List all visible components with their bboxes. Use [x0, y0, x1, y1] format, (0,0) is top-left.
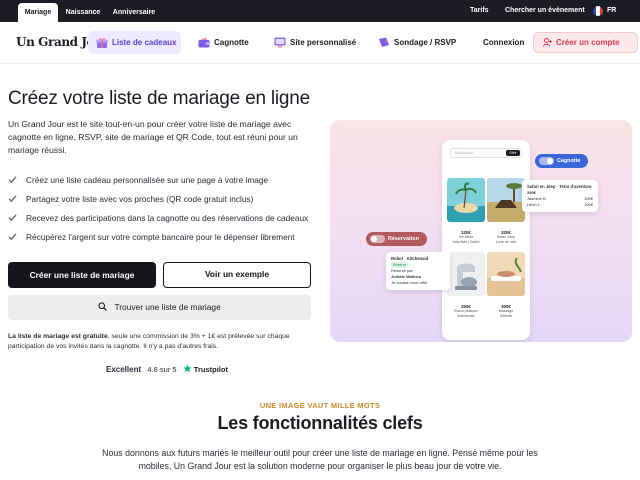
check-icon: [8, 214, 17, 222]
section-description: Nous donnons aux futurs mariés le meille…: [102, 448, 538, 471]
main-navigation: Un Grand Jour Liste de cadeaux Cagnotte …: [0, 22, 640, 64]
toggle-switch: [539, 157, 554, 165]
cagnotte-card-title: Safari en Jeep · Terre d'aventure: [527, 184, 592, 189]
create-list-button[interactable]: Créer une liste de mariage: [8, 262, 156, 288]
trustpilot-star-icon: [183, 364, 192, 373]
feature-item: Récupérez l'argent sur votre compte banc…: [8, 231, 295, 243]
gift-card: 300€ Massage Détente: [487, 252, 525, 319]
user-plus-icon: [543, 38, 552, 47]
login-button[interactable]: Connexion: [483, 31, 524, 54]
check-icon: [8, 233, 17, 241]
trustpilot-brand: Trustpilot: [193, 365, 228, 374]
section-title: Les fonctionnalités clefs: [217, 413, 423, 433]
page-title: Créez votre liste de mariage en ligne: [8, 88, 311, 109]
signup-button-label: Créer un compte: [556, 38, 620, 47]
feature-text: Partagez votre liste avec vos proches (Q…: [26, 194, 254, 204]
gift-sub: Vola Avie | Safari: [452, 240, 480, 244]
gift-icon: [96, 37, 108, 48]
feature-item: Créez une liste cadeau personnalisée sur…: [8, 174, 268, 186]
tab-mariage[interactable]: Mariage: [18, 3, 58, 22]
cagnotte-toggle: Cagnotte: [535, 154, 589, 168]
section-eyebrow: UNE IMAGE VAUT MILLE MOTS: [259, 401, 381, 410]
feature-text: Créez une liste cadeau personnalisée sur…: [26, 175, 269, 185]
website-icon: [274, 37, 286, 48]
wallet-icon: [198, 37, 210, 48]
nav-site-personnalise[interactable]: Site personnalisé: [266, 31, 360, 54]
tab-anniversaire[interactable]: Anniversaire: [110, 3, 158, 22]
kitchen-robot-photo: [447, 252, 485, 296]
gift-sub: Kitchenaid: [457, 314, 475, 318]
pricing-note: La liste de mariage est gratuite, seule …: [8, 332, 313, 352]
gift-sub: Lune de miel: [495, 240, 517, 244]
pricing-note-bold: La liste de mariage est gratuite: [8, 333, 108, 340]
gift-card: 250€ Robot pâtissier Kitchenaid: [447, 252, 485, 319]
reservation-message: Je voulais vous offrir: [391, 280, 428, 285]
island-photo: [447, 178, 485, 222]
reservation-toggle: Réservation: [366, 232, 427, 246]
cagnotte-card: Safari en Jeep · Terre d'aventure 250€ J…: [522, 180, 598, 212]
feature-text: Récupérez l'argent sur votre compte banc…: [26, 232, 295, 242]
mockup-search: Rechercher... Offrir: [450, 148, 522, 158]
nav-cagnotte-label: Cagnotte: [214, 38, 249, 47]
check-icon: [8, 195, 17, 203]
gift-card: 320€ Safari Jeep Lune de miel: [487, 178, 525, 245]
rsvp-icon: [379, 37, 389, 47]
find-list-label: Trouver une liste de mariage: [114, 302, 221, 312]
see-example-button[interactable]: Voir un exemple: [163, 262, 311, 288]
search-icon: [98, 302, 108, 312]
nav-liste-de-cadeaux[interactable]: Liste de cadeaux: [88, 31, 181, 54]
gift-card: 120€ Vie Arbre Vola Avie | Safari: [447, 178, 485, 245]
link-chercher-evenement[interactable]: Chercher un évènement: [505, 0, 585, 22]
rating-label: Excellent: [106, 365, 142, 374]
french-flag-icon[interactable]: [593, 6, 603, 16]
nav-sondage-rsvp[interactable]: Sondage / RSVP: [370, 31, 462, 54]
safari-photo: [487, 178, 525, 222]
product-illustration: Rechercher... Offrir 120€ Vie Arbre Vola…: [330, 120, 632, 342]
nav-cagnotte[interactable]: Cagnotte: [190, 31, 258, 54]
link-tarifs[interactable]: Tarifs: [470, 0, 489, 22]
tab-naissance[interactable]: Naissance: [62, 3, 104, 22]
feature-item: Partagez votre liste avec vos proches (Q…: [8, 193, 253, 205]
nav-site-personnalise-label: Site personnalisé: [290, 38, 357, 47]
toggle-switch: [370, 235, 385, 243]
reservation-card: Robot · Kitchenaid Réservé Réservé par J…: [386, 252, 450, 290]
top-bar: Mariage Naissance Anniversaire Tarifs Ch…: [0, 0, 640, 22]
massage-photo: [487, 252, 525, 296]
phone-mockup: Rechercher... Offrir 120€ Vie Arbre Vola…: [442, 140, 530, 340]
contribution-amount: 100€: [584, 202, 593, 207]
nav-sondage-rsvp-label: Sondage / RSVP: [394, 38, 457, 47]
check-icon: [8, 176, 17, 184]
reservation-toggle-label: Réservation: [388, 236, 419, 242]
rating-value: 4.8 sur 5: [147, 365, 177, 374]
nav-liste-de-cadeaux-label: Liste de cadeaux: [112, 38, 177, 47]
language-selector[interactable]: FR: [607, 0, 616, 22]
mockup-search-button: Offrir: [506, 150, 520, 156]
cagnotte-toggle-label: Cagnotte: [557, 158, 581, 164]
feature-item: Recevez des participations dans la cagno…: [8, 212, 308, 224]
contribution-row: Henri L. 100€: [527, 202, 593, 208]
trustpilot-rating[interactable]: Excellent 4.8 sur 5 Trustpilot: [106, 364, 228, 374]
feature-text: Recevez des participations dans la cagno…: [26, 213, 309, 223]
signup-button[interactable]: Créer un compte: [533, 32, 638, 53]
find-list-button[interactable]: Trouver une liste de mariage: [8, 295, 311, 320]
mockup-search-placeholder: Rechercher...: [455, 151, 476, 155]
contributor-name: Henri L.: [527, 202, 542, 207]
gift-sub: Détente: [499, 314, 513, 318]
hero-intro: Un Grand Jour est le site tout-en-un pou…: [8, 119, 298, 155]
